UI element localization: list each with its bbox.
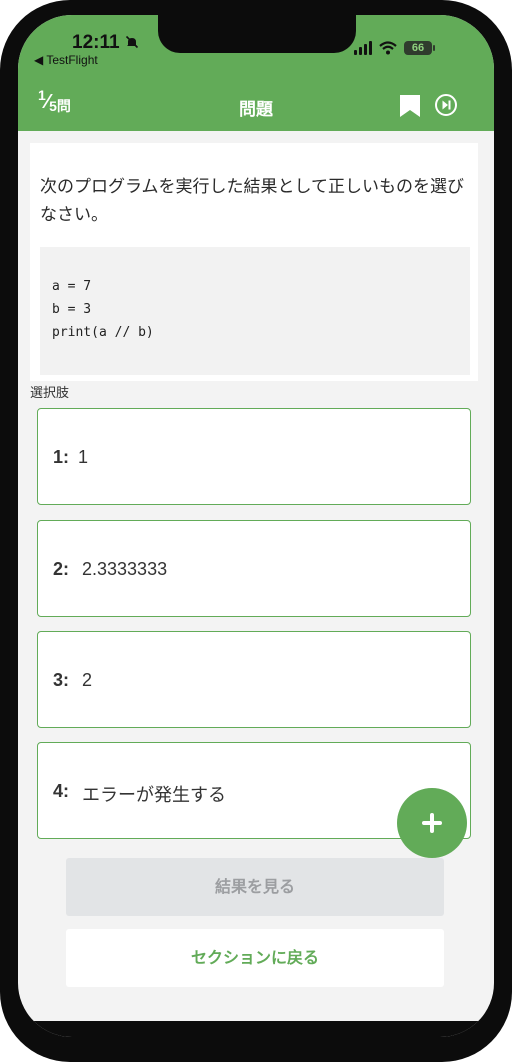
choice-text: エラーが発生する — [82, 785, 226, 805]
choice-number: 1: — [53, 447, 70, 467]
bookmark-icon[interactable] — [400, 95, 420, 117]
volume-up-button — [0, 196, 4, 260]
choice-number: 2: — [53, 559, 70, 579]
mute-switch — [0, 130, 4, 170]
choice-number: 4: — [53, 781, 70, 801]
choice-text: 1 — [78, 447, 89, 467]
choice-text: 2.3333333 — [82, 559, 168, 579]
back-to-section-button[interactable]: セクションに戻る — [66, 929, 444, 987]
skip-icon[interactable] — [434, 93, 458, 117]
question-card: 次のプログラムを実行した結果として正しいものを選びなさい。 a = 7 b = … — [30, 143, 478, 381]
battery-indicator: 66 — [404, 41, 435, 55]
screen: 12:11 ◀ TestFlight 66 1⁄5問 問題 次のプログラムを実行… — [18, 15, 494, 1037]
choice-2[interactable]: 2: 2.3333333 — [37, 520, 471, 617]
status-icons: 66 — [354, 41, 435, 55]
choice-number: 3: — [53, 670, 70, 690]
page-title: 問題 — [239, 100, 273, 120]
code-line: b = 3 — [52, 302, 92, 317]
status-time: 12:11 — [72, 32, 139, 54]
add-button[interactable] — [397, 788, 467, 858]
signal-icon — [354, 41, 372, 55]
choices-label: 選択肢 — [30, 386, 70, 401]
volume-down-button — [0, 276, 4, 340]
status-time-text: 12:11 — [72, 32, 120, 53]
bell-slash-icon — [125, 35, 138, 49]
wifi-icon — [379, 41, 397, 55]
code-line: a = 7 — [52, 279, 92, 294]
code-line: print(a // b) — [52, 325, 154, 340]
code-block: a = 7 b = 3 print(a // b) — [40, 247, 470, 375]
question-text: 次のプログラムを実行した結果として正しいものを選びなさい。 — [40, 177, 464, 225]
plus-icon — [422, 813, 442, 833]
bottom-bezel — [18, 1021, 494, 1037]
power-button — [508, 230, 512, 340]
back-to-testflight[interactable]: ◀ TestFlight — [34, 53, 98, 67]
notch — [158, 15, 356, 53]
choice-text: 2 — [82, 670, 93, 690]
view-results-button[interactable]: 結果を見る — [66, 858, 444, 916]
choice-1[interactable]: 1: 1 — [37, 408, 471, 505]
choice-3[interactable]: 3: 2 — [37, 631, 471, 728]
